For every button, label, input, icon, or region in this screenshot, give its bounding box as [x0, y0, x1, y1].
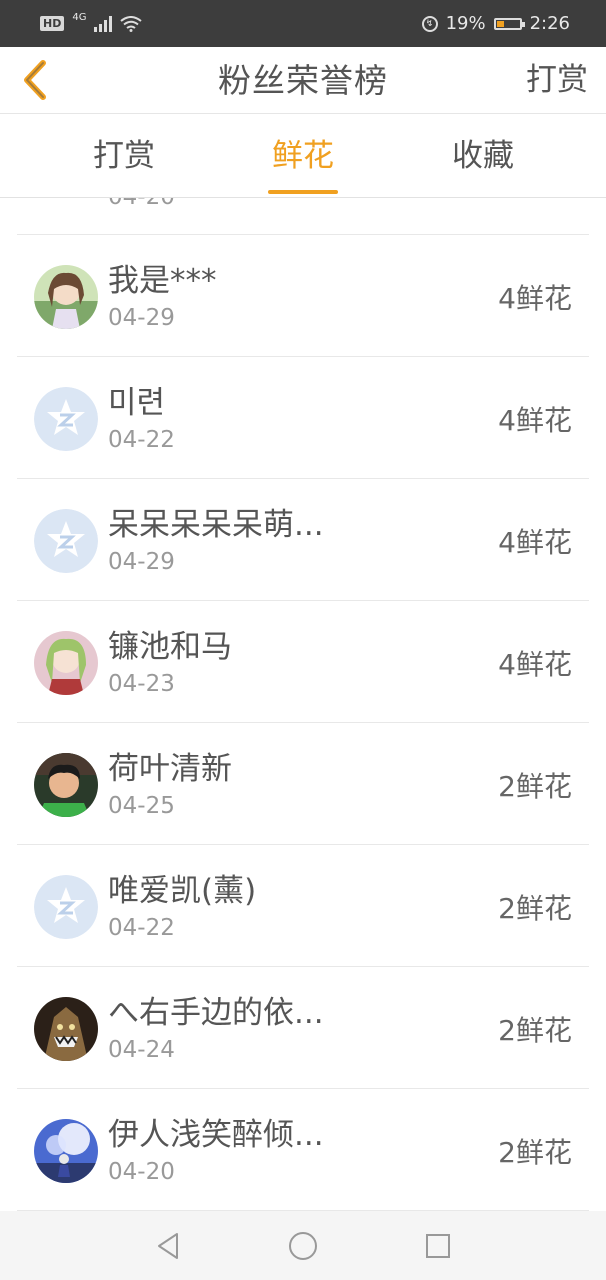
tab-favorites[interactable]: 收藏 — [403, 114, 563, 198]
list-item[interactable]: 伊人浅笑醉倾... 04-20 2鲜花 — [17, 1089, 589, 1211]
triangle-back-icon — [158, 1232, 178, 1259]
fan-list[interactable]: 04-20 我是*** 04-29 4鲜花 미련 04-22 4鲜花 — [17, 198, 589, 1211]
item-name: 呆呆呆呆呆萌... — [108, 507, 324, 543]
header-bar: 粉丝荣誉榜 打赏 — [0, 47, 606, 114]
clock: 2:26 — [529, 13, 570, 34]
tab-flowers[interactable]: 鲜花 — [223, 114, 383, 198]
avatar[interactable] — [34, 387, 98, 451]
item-date: 04-23 — [108, 671, 175, 697]
battery-percent: 19% — [445, 13, 486, 34]
list-item[interactable]: 唯爱凯(薰) 04-22 2鲜花 — [17, 845, 589, 967]
tab-reward[interactable]: 打赏 — [44, 114, 204, 198]
avatar[interactable] — [34, 875, 98, 939]
tab-bar: 打赏 鲜花 收藏 — [0, 114, 606, 198]
reward-button[interactable]: 打赏 — [526, 47, 588, 114]
avatar[interactable] — [34, 1119, 98, 1183]
item-date: 04-20 — [108, 198, 175, 210]
item-date: 04-25 — [108, 793, 175, 819]
list-item[interactable]: 미련 04-22 4鲜花 — [17, 357, 589, 479]
item-name: 镰池和马 — [108, 629, 232, 665]
avatar[interactable] — [34, 753, 98, 817]
avatar[interactable] — [34, 265, 98, 329]
item-name: へ右手边的依... — [108, 995, 324, 1031]
list-item[interactable]: 04-20 — [17, 198, 589, 235]
item-amount: 4鲜花 — [498, 526, 572, 559]
item-date: 04-20 — [108, 1159, 175, 1185]
hd-badge: HD — [40, 16, 65, 31]
item-date: 04-29 — [108, 549, 175, 575]
item-amount: 2鲜花 — [498, 770, 572, 803]
nav-home-button[interactable] — [283, 1226, 323, 1266]
item-name: 荷叶清新 — [108, 751, 232, 787]
signal-icon — [94, 15, 113, 32]
item-name: 唯爱凯(薰) — [108, 873, 257, 909]
tab-label: 收藏 — [452, 138, 514, 174]
item-amount: 4鲜花 — [498, 404, 572, 437]
avatar[interactable] — [34, 509, 98, 573]
item-amount: 4鲜花 — [498, 648, 572, 681]
system-nav-bar — [0, 1211, 606, 1280]
item-name: 미련 — [108, 385, 166, 421]
page-title: 粉丝荣誉榜 — [218, 61, 388, 100]
nav-recents-button[interactable] — [418, 1226, 458, 1266]
list-item[interactable]: 镰池和马 04-23 4鲜花 — [17, 601, 589, 723]
avatar[interactable] — [34, 997, 98, 1061]
item-date: 04-22 — [108, 915, 175, 941]
list-item[interactable]: 荷叶清新 04-25 2鲜花 — [17, 723, 589, 845]
nav-back-button[interactable] — [148, 1226, 188, 1266]
item-amount: 2鲜花 — [498, 892, 572, 925]
item-amount: 2鲜花 — [498, 1014, 572, 1047]
wifi-icon — [120, 15, 143, 32]
item-date: 04-29 — [108, 305, 175, 331]
item-amount: 2鲜花 — [498, 1136, 572, 1169]
active-tab-indicator — [268, 190, 338, 194]
tab-label: 鲜花 — [272, 138, 334, 174]
list-item[interactable]: へ右手边的依... 04-24 2鲜花 — [17, 967, 589, 1089]
vibrate-icon: ↯ — [421, 15, 438, 32]
item-name: 我是*** — [108, 263, 217, 299]
item-name: 伊人浅笑醉倾... — [108, 1117, 324, 1153]
status-bar: HD 4G ↯ 19% 2:26 — [0, 0, 606, 47]
item-date: 04-24 — [108, 1037, 175, 1063]
item-amount: 4鲜花 — [498, 282, 572, 315]
list-item[interactable]: 呆呆呆呆呆萌... 04-29 4鲜花 — [17, 479, 589, 601]
circle-home-icon — [289, 1231, 317, 1260]
tab-label: 打赏 — [93, 138, 155, 174]
battery-icon — [493, 17, 525, 30]
item-date: 04-22 — [108, 427, 175, 453]
network-label: 4G — [72, 12, 87, 23]
square-recents-icon — [426, 1233, 450, 1258]
avatar[interactable] — [34, 631, 98, 695]
list-item[interactable]: 我是*** 04-29 4鲜花 — [17, 235, 589, 357]
